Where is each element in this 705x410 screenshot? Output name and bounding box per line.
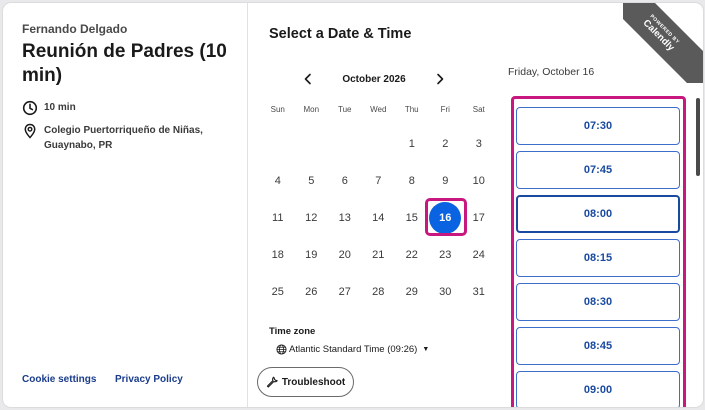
weekday-label: Sat xyxy=(472,105,485,114)
event-title: Reunión de Padres (10 min) xyxy=(22,41,227,86)
time-slot-label: 08:45 xyxy=(583,340,613,352)
calendar-blank-cell xyxy=(362,125,396,162)
timezone-value: Atlantic Standard Time (09:26) xyxy=(289,344,418,355)
calendar-day: 5 xyxy=(308,174,315,187)
calendar-day: 4 xyxy=(274,174,281,187)
time-slot-label: 08:15 xyxy=(583,252,613,264)
calendar-day: 18 xyxy=(271,248,284,261)
calendar-blank-cell xyxy=(295,125,329,162)
time-slot-button[interactable]: 07:45 xyxy=(516,151,680,189)
calendar-day: 28 xyxy=(372,285,385,298)
ribbon-band: POWERED BY Calendly xyxy=(623,3,703,83)
calendar-day: 1 xyxy=(408,137,415,150)
time-slot-button[interactable]: 08:00 xyxy=(516,195,680,233)
time-slot-button[interactable]: 08:30 xyxy=(516,283,680,321)
calendar-day: 31 xyxy=(472,285,485,298)
event-location: Colegio Puertorriqueño de Niñas, Guaynab… xyxy=(22,123,222,153)
timezone-label: Time zone xyxy=(269,326,316,337)
event-duration: 10 min xyxy=(22,100,76,116)
powered-by-ribbon[interactable]: POWERED BY Calendly xyxy=(623,3,703,83)
calendar-day: 7 xyxy=(375,174,382,187)
cookie-settings-link[interactable]: Cookie settings xyxy=(22,374,96,385)
organizer-name: Fernando Delgado xyxy=(22,22,128,36)
clock-icon xyxy=(22,100,38,116)
event-details-panel: Fernando Delgado Reunión de Padres (10 m… xyxy=(3,3,248,407)
globe-icon xyxy=(276,344,287,355)
month-label: October 2026 xyxy=(342,73,406,85)
caret-down-icon: ▼ xyxy=(422,346,430,353)
wrench-icon xyxy=(266,376,278,388)
calendar-day: 20 xyxy=(338,248,351,261)
timezone-select[interactable]: Atlantic Standard Time (09:26) ▼ xyxy=(276,344,429,355)
weekday-label: Thu xyxy=(404,105,419,114)
calendar-day: 14 xyxy=(372,211,385,224)
slots-scrollbar[interactable] xyxy=(696,98,700,176)
selected-day-button[interactable]: 16 xyxy=(429,201,462,234)
calendar-day: 6 xyxy=(341,174,348,187)
chevron-right-icon xyxy=(437,73,444,85)
weekday-label: Tue xyxy=(338,105,352,114)
selected-date-label: Friday, October 16 xyxy=(508,66,595,78)
calendar-day: 9 xyxy=(442,174,449,187)
calendar-day: 8 xyxy=(408,174,415,187)
time-slot-button[interactable]: 09:00 xyxy=(516,371,680,407)
calendar-days-grid: 1 2 3 4 5 6 7 8 9 10 11 12 13 14 15 16 17 18 19 20 21 22 23 24 2… xyxy=(261,125,496,310)
troubleshoot-button[interactable]: Troubleshoot xyxy=(257,367,354,397)
calendar-day: 29 xyxy=(405,285,418,298)
calendar-day: 10 xyxy=(472,174,485,187)
calendar-day: 30 xyxy=(439,285,452,298)
calendar-day: 22 xyxy=(405,248,418,261)
time-slot-button[interactable]: 07:30 xyxy=(516,107,680,145)
weekday-label: Wed xyxy=(370,105,387,114)
calendar-day: 3 xyxy=(475,137,482,150)
chevron-left-icon xyxy=(304,73,311,85)
time-slot-label: 08:30 xyxy=(583,296,613,308)
calendar-blank-cell xyxy=(261,125,295,162)
time-slot-button[interactable]: 08:15 xyxy=(516,239,680,277)
calendar-blank-cell xyxy=(328,125,362,162)
location-pin-icon xyxy=(24,123,36,139)
calendar-day: 11 xyxy=(272,211,284,224)
month-navigator: October 2026 xyxy=(299,68,449,90)
calendar-day: 15 xyxy=(405,211,418,224)
calendar-day: 2 xyxy=(442,137,449,150)
booking-card: Fernando Delgado Reunión de Padres (10 m… xyxy=(3,3,703,407)
time-slot-label: 07:45 xyxy=(583,164,613,176)
time-slot-button[interactable]: 08:45 xyxy=(516,327,680,365)
troubleshoot-label: Troubleshoot xyxy=(281,376,346,388)
time-slot-label: 09:00 xyxy=(583,384,613,396)
weekday-header: Sun Mon Tue Wed Thu Fri Sat xyxy=(261,105,496,114)
location-text: Colegio Puertorriqueño de Niñas, Guaynab… xyxy=(44,125,203,151)
privacy-policy-link[interactable]: Privacy Policy xyxy=(115,374,183,385)
calendar-day-selected[interactable]: 16 xyxy=(424,198,467,236)
calendar-day: 25 xyxy=(271,285,284,298)
calendar-day: 23 xyxy=(439,248,452,261)
weekday-label: Sun xyxy=(270,105,285,114)
calendar-day: 26 xyxy=(305,285,318,298)
next-month-button[interactable] xyxy=(431,70,449,88)
calendar-day: 27 xyxy=(338,285,351,298)
calendar-day: 17 xyxy=(472,211,485,224)
weekday-label: Mon xyxy=(303,105,320,114)
duration-text: 10 min xyxy=(44,102,76,113)
time-slot-label: 07:30 xyxy=(583,120,613,132)
calendar-day: 12 xyxy=(305,211,318,224)
previous-month-button[interactable] xyxy=(299,70,317,88)
calendar-day: 24 xyxy=(472,248,485,261)
calendar-day: 21 xyxy=(372,248,385,261)
calendar-day: 19 xyxy=(305,248,318,261)
time-slot-label: 08:00 xyxy=(583,208,613,220)
calendar-day: 13 xyxy=(338,211,351,224)
weekday-label: Fri xyxy=(440,105,450,114)
page-title: Select a Date & Time xyxy=(269,26,412,42)
